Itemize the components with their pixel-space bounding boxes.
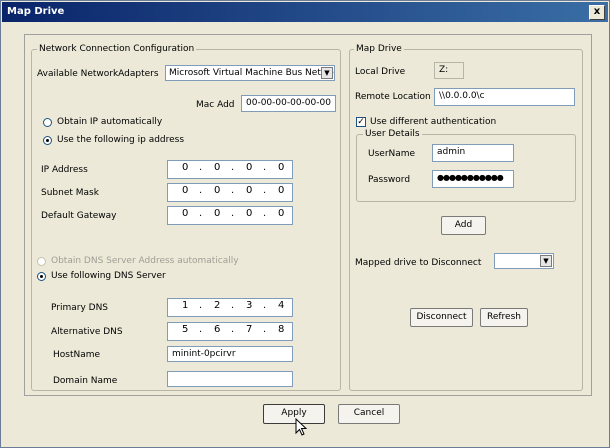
password-field[interactable]: ●●●●●●●●●●● (432, 170, 514, 188)
user-details-legend: User Details (363, 129, 422, 139)
mouse-pointer-icon (295, 418, 307, 436)
apply-button[interactable]: Apply (263, 404, 325, 424)
remote-location-label: Remote Location (355, 92, 431, 102)
local-drive-label: Local Drive (355, 67, 406, 77)
primary-dns-field[interactable]: 1 . 2 . 3 . 4 (167, 298, 293, 317)
adapter-value: Microsoft Virtual Machine Bus Networl (169, 68, 335, 78)
diff-auth-checkbox[interactable]: ✓ (356, 117, 366, 127)
ip-address-field[interactable]: 0 . 0 . 0 . 0 (167, 160, 293, 179)
window-title: Map Drive (7, 6, 65, 17)
ip-address-label: IP Address (41, 165, 88, 175)
cancel-button[interactable]: Cancel (338, 404, 400, 424)
alt-dns-label: Alternative DNS (51, 327, 123, 337)
username-field[interactable]: admin (432, 144, 514, 162)
domain-name-label: Domain Name (53, 376, 118, 386)
remote-location-field[interactable]: \\0.0.0.0\c (434, 88, 575, 106)
chevron-down-icon[interactable]: ▼ (321, 67, 333, 79)
hostname-field[interactable]: minint-0pcirvr (167, 346, 293, 362)
disconnect-drive-label: Mapped drive to Disconnect (355, 258, 482, 268)
add-button[interactable]: Add (441, 216, 486, 235)
network-config-legend: Network Connection Configuration (37, 44, 197, 54)
disconnect-button[interactable]: Disconnect (410, 308, 473, 327)
mac-label: Mac Add (196, 100, 235, 110)
use-following-ip-label: Use the following ip address (57, 135, 185, 145)
obtain-dns-auto-label: Obtain DNS Server Address automatically (51, 256, 239, 266)
adapters-label: Available NetworkAdapters (37, 69, 159, 79)
chevron-down-icon[interactable]: ▼ (540, 255, 552, 267)
map-drive-group: Map Drive Local Drive Z: Remote Location… (349, 44, 583, 391)
password-label: Password (368, 175, 411, 185)
mac-field[interactable]: 00-00-00-00-00-00 (241, 95, 336, 112)
use-following-dns-label: Use following DNS Server (51, 271, 166, 281)
content-frame: Network Connection Configuration Availab… (24, 34, 592, 396)
gateway-label: Default Gateway (41, 211, 117, 221)
obtain-ip-auto-radio[interactable] (43, 118, 52, 127)
domain-name-field[interactable] (167, 371, 293, 387)
local-drive-field: Z: (434, 62, 464, 79)
subnet-field[interactable]: 0 . 0 . 0 . 0 (167, 183, 293, 202)
refresh-button[interactable]: Refresh (480, 308, 528, 327)
diff-auth-label: Use different authentication (370, 117, 497, 127)
map-drive-legend: Map Drive (354, 44, 404, 54)
use-following-ip-radio[interactable] (43, 136, 52, 145)
obtain-dns-auto-radio[interactable] (37, 257, 46, 266)
network-config-group: Network Connection Configuration Availab… (31, 44, 341, 391)
username-label: UserName (368, 149, 416, 159)
adapter-select[interactable]: Microsoft Virtual Machine Bus Networl ▼ (165, 65, 335, 81)
close-icon[interactable]: x (589, 5, 605, 20)
obtain-ip-auto-label: Obtain IP automatically (57, 117, 163, 127)
hostname-label: HostName (53, 350, 101, 360)
map-drive-window: Map Drive x Network Connection Configura… (0, 0, 610, 448)
dialog-client: Network Connection Configuration Availab… (2, 23, 608, 446)
alt-dns-field[interactable]: 5 . 6 . 7 . 8 (167, 322, 293, 341)
user-details-group: User Details UserName admin Password ●●●… (356, 129, 576, 202)
subnet-label: Subnet Mask (41, 188, 99, 198)
primary-dns-label: Primary DNS (51, 303, 109, 313)
use-following-dns-radio[interactable] (37, 272, 46, 281)
disconnect-drive-select[interactable]: ▼ (494, 253, 554, 269)
title-bar[interactable]: Map Drive x (2, 2, 608, 22)
gateway-field[interactable]: 0 . 0 . 0 . 0 (167, 206, 293, 225)
